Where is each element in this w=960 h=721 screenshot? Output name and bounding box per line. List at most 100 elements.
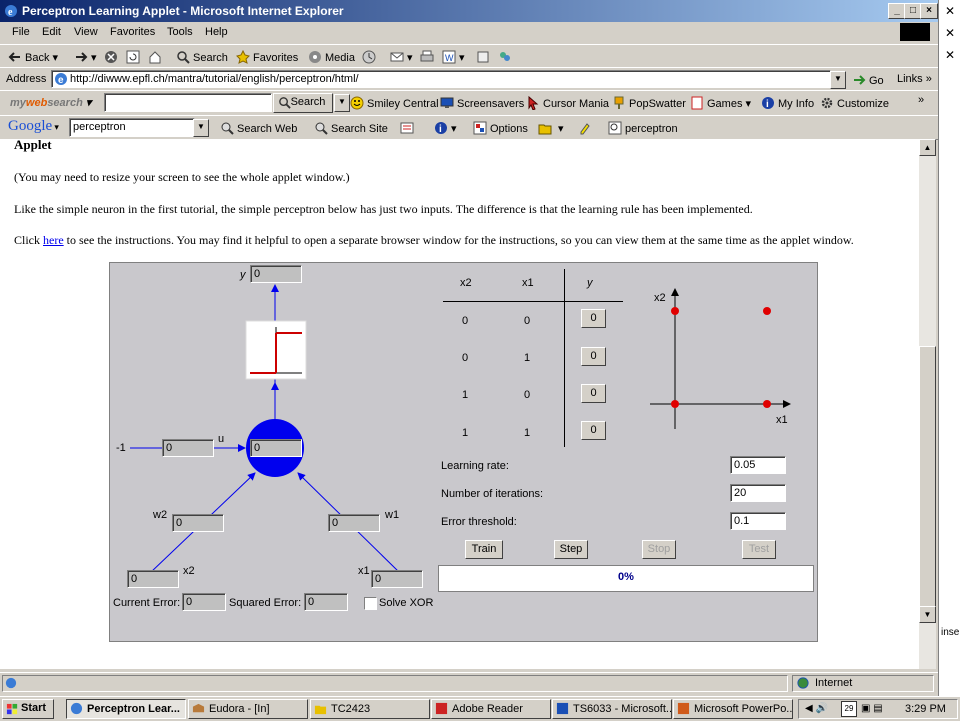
test-button[interactable]: Test [742,540,776,559]
toolbar-chevron[interactable]: » [918,94,924,106]
smiley-central-button[interactable]: Smiley Central [350,96,439,110]
ie-icon: e [5,5,17,18]
learning-rate-label: Learning rate: [441,460,509,472]
edit-button[interactable]: W ▾ [442,50,465,64]
popswatter-button[interactable]: PopSwatter [612,96,686,110]
calendar-icon[interactable]: 29 [841,701,857,717]
zone-panel: Internet [792,675,934,692]
solve-xor-checkbox[interactable] [364,597,377,610]
step-button[interactable]: Step [554,540,588,559]
screensavers-button[interactable]: Screensavers [440,96,524,110]
forward-arrow-icon [76,52,88,62]
scroll-up-button[interactable]: ▲ [919,139,936,156]
discuss-button[interactable] [476,50,493,64]
task-tc2423[interactable]: TC2423 [310,699,430,719]
error-threshold-input[interactable]: 0.1 [730,512,786,530]
target-toggle-button[interactable]: 0 [581,421,606,440]
clock: 3:29 PM [905,703,946,715]
menu-favorites[interactable]: Favorites [110,26,155,38]
links-button[interactable]: Links » [897,73,932,85]
google-dropdown[interactable]: ▼ [193,119,209,137]
iterations-input[interactable]: 20 [730,484,786,502]
folder-button[interactable]: ▾ [538,121,564,135]
target-toggle-button[interactable]: 0 [581,309,606,328]
progress-bar: 0% [438,565,814,592]
table-header-x1: x1 [522,277,534,289]
scroll-corner [919,654,936,669]
highlight-button[interactable] [578,121,595,135]
search-site-button[interactable]: Search Site [314,121,388,135]
history-button[interactable] [362,50,379,64]
task-adobe-reader[interactable]: Adobe Reader [431,699,551,719]
home-icon [149,51,161,64]
scroll-thumb[interactable] [919,346,936,610]
target-toggle-button[interactable]: 0 [581,347,606,366]
go-button[interactable]: Go [852,73,884,87]
close-button[interactable]: × [920,3,938,19]
title-bar: e Perceptron Learning Applet - Microsoft… [0,0,938,22]
table-cell: 1 [524,352,531,364]
media-button[interactable]: Media [308,50,355,64]
x2-label: x2 [183,565,195,577]
my-info-button[interactable]: i My Info [761,96,814,110]
instructions-link[interactable]: here [43,233,64,247]
mywebsearch-search-button[interactable]: Search [273,93,333,113]
go-arrow-icon [854,75,866,85]
globe-icon [797,677,809,689]
address-dropdown[interactable]: ▼ [830,71,846,89]
task-word[interactable]: TS6033 - Microsoft... [552,699,672,719]
ie-icon [70,702,83,715]
menu-help[interactable]: Help [205,26,228,38]
menu-edit[interactable]: Edit [42,26,61,38]
menu-tools[interactable]: Tools [167,26,193,38]
google-search-input[interactable]: perceptron [69,118,195,137]
task-perceptron[interactable]: Perceptron Lear... [66,699,186,719]
mail-button[interactable]: ▾ [390,50,413,64]
task-eudora[interactable]: Eudora - [In] [188,699,308,719]
vertical-scrollbar[interactable]: ▲ ▼ [919,139,936,669]
windows-flag-icon [6,703,18,715]
home-button[interactable] [148,50,165,64]
menu-file[interactable]: File [12,26,30,38]
menu-view[interactable]: View [74,26,98,38]
messenger-icon [500,52,510,61]
print-button[interactable] [420,50,437,64]
google-logo[interactable]: Google ▾ [8,118,59,135]
options-button[interactable]: Options [473,121,528,135]
refresh-button[interactable] [126,50,143,64]
term-button[interactable]: perceptron [608,121,678,135]
search-icon [279,97,291,109]
mywebsearch-dropdown[interactable]: ▼ [334,94,350,112]
iterations-label: Number of iterations: [441,488,544,500]
tray-icons[interactable]: ◀ 🔊 [805,703,828,714]
stop-button[interactable]: Stop [642,540,676,559]
news-button[interactable] [400,121,417,135]
table-divider [443,301,623,302]
zone-label: Internet [815,677,853,689]
word-icon: W [442,50,456,64]
customize-button[interactable]: Customize [820,96,889,110]
games-button[interactable]: Games ▾ [690,96,751,110]
search-web-button[interactable]: Search Web [220,121,297,135]
address-input[interactable]: e http://diwww.epfl.ch/mantra/tutorial/e… [51,70,831,88]
network-icon[interactable]: ▣ ▤ [861,703,883,714]
messenger-button[interactable] [498,50,515,64]
task-powerpoint[interactable]: Microsoft PowerPo... [673,699,793,719]
stop-button[interactable] [104,50,121,64]
mywebsearch-input[interactable] [104,93,272,112]
target-toggle-button[interactable]: 0 [581,384,606,403]
stop-icon [105,51,117,63]
u-field: 0 [250,439,302,457]
back-button[interactable]: Back ▾ [8,50,58,64]
search-button[interactable]: Search [176,50,228,64]
cursor-mania-button[interactable]: Cursor Mania [526,96,609,110]
forward-button[interactable]: ▾ [74,50,97,64]
train-button[interactable]: Train [465,540,503,559]
learning-rate-input[interactable]: 0.05 [730,456,786,474]
favorites-button[interactable]: Favorites [236,50,298,64]
scroll-down-button[interactable]: ▼ [919,606,936,623]
start-button[interactable]: Start [2,699,54,719]
data-point [763,400,771,408]
error-threshold-label: Error threshold: [441,516,517,528]
page-info-button[interactable]: i ▾ [434,121,457,135]
